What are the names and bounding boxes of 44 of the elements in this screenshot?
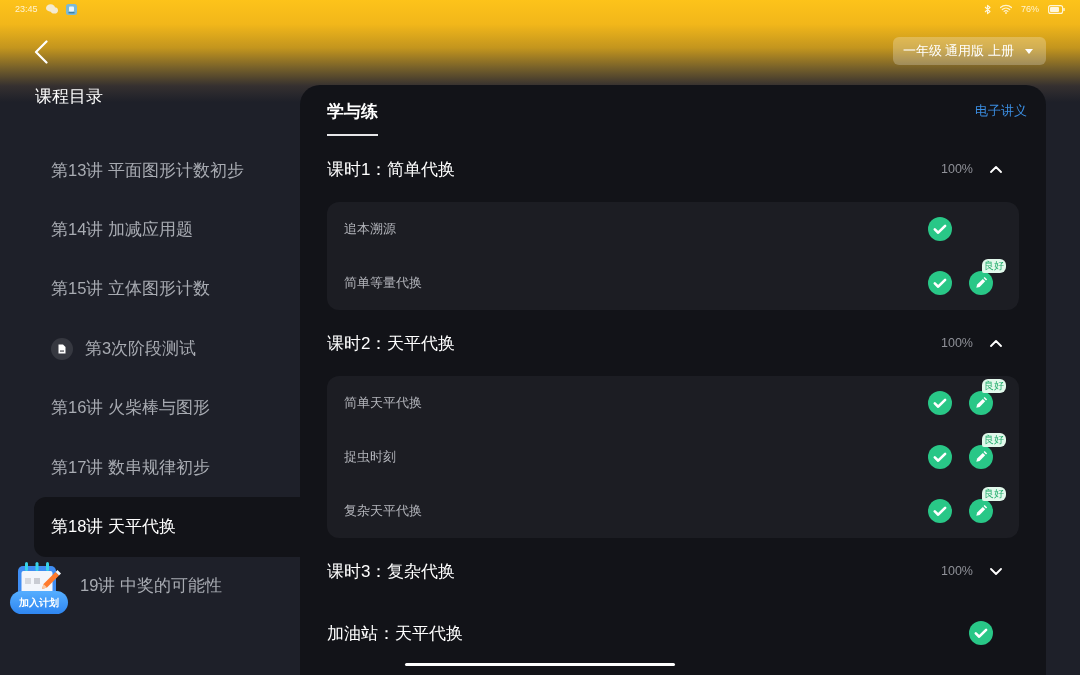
grade-badge: 良好	[982, 259, 1006, 273]
pencil-icon[interactable]	[969, 271, 993, 295]
pencil-icon[interactable]	[969, 499, 993, 523]
app-icon	[65, 3, 77, 15]
sidebar-item[interactable]: 第16讲 火柴棒与图形	[34, 378, 300, 438]
tab[interactable]: 学与练	[327, 100, 378, 136]
sidebar-item[interactable]: 第15讲 立体图形计数	[34, 259, 300, 320]
chevron-up-icon[interactable]	[990, 339, 1002, 347]
section-title: 课时3：复杂代换	[327, 560, 457, 583]
caret-icon	[1025, 48, 1033, 54]
wifi-icon	[1000, 4, 1012, 14]
chevron-down-icon[interactable]	[990, 567, 1002, 575]
station-title[interactable]: 加油站：天平代换	[327, 621, 969, 645]
sidebar-item[interactable]: 第17讲 数串规律初步	[34, 437, 300, 498]
grade-badge: 良好	[982, 433, 1006, 447]
activity-title[interactable]: 复杂天平代换	[344, 502, 928, 520]
section-title: 课时2：天平代换	[327, 332, 457, 355]
progress-text: 100%	[941, 336, 973, 350]
sidebar-item[interactable]: 第13讲 平面图形计数初步	[34, 141, 300, 201]
back-icon[interactable]	[34, 40, 48, 64]
progress-text: 100%	[941, 564, 973, 578]
sidebar-item[interactable]: 第3次阶段测试	[34, 319, 300, 379]
activity-title[interactable]: 捉虫时刻	[344, 448, 928, 466]
activity-title[interactable]: 简单天平代换	[344, 394, 928, 412]
activity-title[interactable]: 追本溯源	[344, 220, 928, 238]
document-icon	[51, 337, 73, 360]
sidebar-item[interactable]: 19讲 中奖的可能性	[80, 556, 300, 617]
handout-link[interactable]: 电子讲义	[975, 102, 1027, 120]
sidebar-item[interactable]: 第18讲 天平代换	[34, 497, 300, 557]
battery-percent: 76%	[1021, 3, 1039, 15]
activity-title[interactable]: 简单等量代换	[344, 274, 928, 292]
chevron-up-icon[interactable]	[990, 165, 1002, 173]
bluetooth-icon	[984, 3, 991, 15]
clock-time: 23:45	[15, 3, 38, 15]
pencil-icon[interactable]	[969, 391, 993, 415]
chat-bubbles-icon	[45, 4, 58, 14]
sidebar-item[interactable]: 第14讲 加减应用题	[34, 200, 300, 260]
section-title: 课时1：简单代换	[327, 158, 457, 181]
progress-text: 100%	[941, 162, 973, 176]
battery-icon	[1048, 4, 1065, 14]
pencil-icon[interactable]	[969, 445, 993, 469]
grade-badge: 良好	[982, 379, 1006, 393]
sidebar-title: 课程目录	[35, 86, 104, 107]
grade-badge: 良好	[982, 487, 1006, 501]
